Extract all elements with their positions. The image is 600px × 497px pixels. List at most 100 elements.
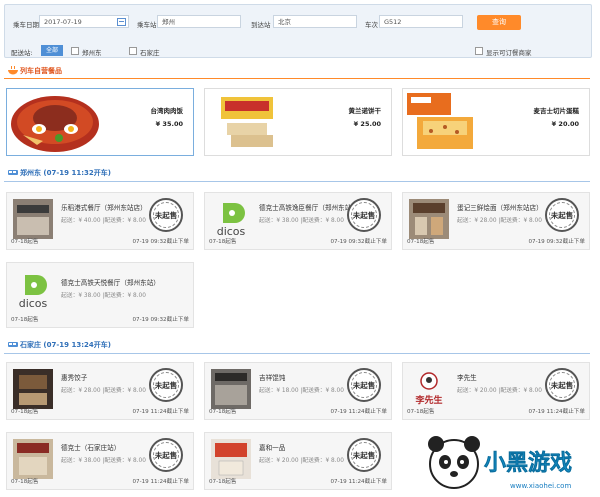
restaurant-card[interactable]: 惠秀饺子 起送：¥ 28.00 |配送费：¥ 8.00 未起售 07-18起售 … [6, 362, 194, 420]
restaurant-card[interactable]: 李先生 李先生 起送：¥ 20.00 |配送费：¥ 8.00 未起售 07-18… [402, 362, 590, 420]
restaurant-photo [211, 439, 251, 479]
restaurant-photo [13, 439, 53, 479]
restaurant-card[interactable]: 嘉和一品 起送：¥ 20.00 |配送费：¥ 8.00 未起售 07-18起售 … [204, 432, 392, 490]
station-checkbox-label: 郑州东 [82, 49, 102, 57]
food-name: 黄兰诺饼干 [348, 107, 382, 115]
restaurant-photo [409, 199, 449, 239]
restaurant-photo [211, 369, 251, 409]
food-name: 麦吉士切片蛋糕 [533, 107, 580, 115]
not-on-sale-stamp: 未起售 [545, 368, 579, 402]
station-section-title: 郑州东 (07-19 11:32开车) [20, 169, 111, 177]
restaurant-fee: 起送：¥ 28.00 |配送费：¥ 8.00 [457, 218, 542, 224]
restaurant-fee: 起送：¥ 38.00 |配送费：¥ 8.00 [61, 458, 146, 464]
to-label: 到达站 [251, 21, 271, 29]
station-label: 配送站: [11, 49, 33, 57]
from-station-input[interactable]: 郑州 [157, 15, 241, 28]
restaurant-name: 嘉和一品 [259, 444, 286, 452]
not-on-sale-stamp: 未起售 [149, 438, 183, 472]
station-checkbox-label: 石家庄 [140, 49, 160, 57]
calendar-icon[interactable] [117, 18, 126, 26]
train-label: 车次 [365, 21, 378, 29]
restaurant-name: 乐稻港式餐厅（郑州东站店） [61, 204, 147, 212]
restaurant-fee: 起送：¥ 38.00 |配送费：¥ 8.00 [61, 293, 146, 299]
order-deadline: 07-19 09:32截止下单 [330, 239, 387, 245]
restaurant-card[interactable]: 蛋记三鲜烩面（郑州东站店） 起送：¥ 28.00 |配送费：¥ 8.00 未起售… [402, 192, 590, 250]
station-checkbox-shijiazhuang[interactable] [129, 47, 137, 55]
restaurant-fee: 起送：¥ 38.00 |配送费：¥ 8.00 [259, 218, 344, 224]
to-station-input[interactable]: 北京 [273, 15, 357, 28]
food-price: ¥ 20.00 [551, 120, 579, 128]
restaurant-fee: 起送：¥ 28.00 |配送费：¥ 8.00 [61, 388, 146, 394]
order-deadline: 07-19 09:32截止下单 [528, 239, 585, 245]
food-section-title: 列车自营餐品 [20, 67, 62, 75]
restaurant-card[interactable]: dicos 德克士高铁天悦餐厅（郑州东站） 起送：¥ 38.00 |配送费：¥ … [6, 262, 194, 328]
station-section-title: 石家庄 (07-19 13:24开车) [20, 341, 111, 349]
food-card[interactable]: 黄兰诺饼干 ¥ 25.00 [204, 88, 392, 156]
restaurant-name: 吉祥馄饨 [259, 374, 286, 382]
order-deadline: 07-19 11:24截止下单 [330, 409, 387, 415]
restaurant-card[interactable]: 德克士（石家庄站） 起送：¥ 38.00 |配送费：¥ 8.00 未起售 07-… [6, 432, 194, 490]
query-button[interactable]: 查询 [477, 15, 521, 30]
restaurant-fee: 起送：¥ 20.00 |配送费：¥ 8.00 [457, 388, 542, 394]
restaurant-fee: 起送：¥ 18.00 |配送费：¥ 8.00 [259, 388, 344, 394]
restaurant-name: 惠秀饺子 [61, 374, 88, 382]
svg-text:dicos: dicos [19, 297, 48, 310]
restaurant-card[interactable]: dicos 德克士高铁逸臣餐厅（郑州东站店） 起送：¥ 38.00 |配送费：¥… [204, 192, 392, 250]
restaurant-name: 德克士高铁天悦餐厅（郑州东站） [61, 279, 160, 287]
not-on-sale-stamp: 未起售 [149, 198, 183, 232]
site-watermark-logo: 小黑游戏 www.xiaohei.com [428, 436, 572, 490]
divider [4, 181, 590, 182]
show-orderable-label: 显示可订餐商家 [486, 49, 532, 57]
sale-start-date: 07-18起售 [11, 409, 39, 415]
restaurant-card[interactable]: 乐稻港式餐厅（郑州东站店） 起送：¥ 40.00 |配送费：¥ 8.00 未起售… [6, 192, 194, 250]
restaurant-name: 蛋记三鲜烩面（郑州东站店） [457, 204, 543, 212]
station-checkbox-zhengzhoudong[interactable] [71, 47, 79, 55]
svg-text:www.xiaohei.com: www.xiaohei.com [510, 482, 571, 490]
from-label: 乘车站 [137, 21, 157, 29]
food-price: ¥ 25.00 [353, 120, 381, 128]
svg-text:小黑游戏: 小黑游戏 [484, 450, 572, 476]
sale-start-date: 07-18起售 [407, 239, 435, 245]
train-number-input[interactable]: G512 [379, 15, 463, 28]
sale-start-date: 07-18起售 [11, 479, 39, 485]
rice-bowl-image [11, 96, 99, 152]
sale-start-date: 07-18起售 [407, 409, 435, 415]
restaurant-name: 李先生 [457, 374, 477, 382]
order-deadline: 07-19 11:24截止下单 [132, 479, 189, 485]
not-on-sale-stamp: 未起售 [545, 198, 579, 232]
sale-start-date: 07-18起售 [209, 479, 237, 485]
divider [4, 353, 590, 354]
svg-text:李先生: 李先生 [414, 394, 442, 406]
sale-start-date: 07-18起售 [11, 317, 39, 323]
order-deadline: 07-19 09:32截止下单 [132, 239, 189, 245]
restaurant-fee: 起送：¥ 20.00 |配送费：¥ 8.00 [259, 458, 344, 464]
restaurant-card[interactable]: 吉祥馄饨 起送：¥ 18.00 |配送费：¥ 8.00 未起售 07-18起售 … [204, 362, 392, 420]
station-filter-all[interactable]: 全部 [41, 45, 63, 56]
food-card[interactable]: 麦吉士切片蛋糕 ¥ 20.00 [402, 88, 590, 156]
station-section-header: 石家庄 (07-19 13:24开车) [4, 340, 590, 352]
dicos-logo: dicos [211, 199, 251, 239]
dicos-logo: dicos [13, 271, 53, 311]
not-on-sale-stamp: 未起售 [347, 368, 381, 402]
lixiansheng-logo: 李先生 [409, 369, 449, 409]
not-on-sale-stamp: 未起售 [347, 198, 381, 232]
restaurant-name: 德克士（石家庄站） [61, 444, 121, 452]
station-section-header: 郑州东 (07-19 11:32开车) [4, 168, 590, 180]
order-deadline: 07-19 11:24截止下单 [132, 409, 189, 415]
divider [4, 78, 590, 79]
date-input[interactable]: 2017-07-19 [39, 15, 129, 28]
not-on-sale-stamp: 未起售 [347, 438, 381, 472]
food-section-header: 列车自营餐品 [4, 66, 590, 78]
show-orderable-checkbox[interactable] [475, 47, 483, 55]
cake-image [407, 93, 473, 149]
sale-start-date: 07-18起售 [209, 239, 237, 245]
order-deadline: 07-19 09:32截止下单 [132, 317, 189, 323]
train-icon [8, 170, 18, 175]
biscuit-image [221, 97, 273, 147]
date-label: 乘车日期 [13, 21, 39, 29]
restaurant-photo [13, 199, 53, 239]
order-deadline: 07-19 11:24截止下单 [528, 409, 585, 415]
not-on-sale-stamp: 未起售 [149, 368, 183, 402]
food-card[interactable]: 台湾肉肉饭 ¥ 35.00 [6, 88, 194, 156]
bowl-icon [8, 66, 18, 75]
